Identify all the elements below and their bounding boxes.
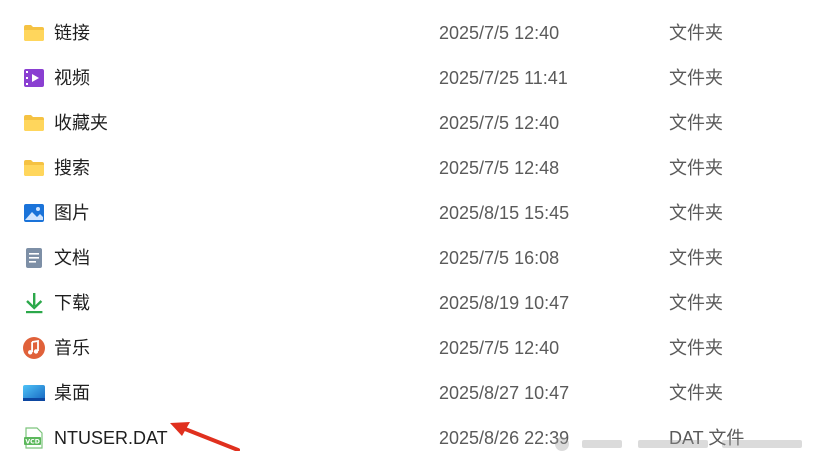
folder-icon	[22, 111, 46, 135]
file-name: 文档	[54, 248, 90, 268]
file-type: 文件夹	[669, 158, 723, 178]
file-name: 搜索	[54, 158, 90, 178]
file-date: 2025/7/5 12:40	[439, 338, 560, 358]
file-date: 2025/8/15 15:45	[439, 203, 570, 223]
folder-icon	[22, 156, 46, 180]
file-date: 2025/8/19 10:47	[439, 293, 570, 313]
file-date: 2025/7/5 12:48	[439, 158, 560, 178]
file-date: 2025/7/5 12:40	[439, 23, 560, 43]
file-name: NTUSER.DAT	[54, 428, 168, 448]
file-row-downloads[interactable]: 下载 2025/8/19 10:47 文件夹	[0, 281, 814, 326]
file-row-pictures[interactable]: 图片 2025/8/15 15:45 文件夹	[0, 191, 814, 236]
music-folder-icon	[22, 336, 46, 360]
svg-text:VCD: VCD	[25, 439, 39, 446]
file-row-documents[interactable]: 文档 2025/7/5 16:08 文件夹	[0, 236, 814, 281]
file-type: 文件夹	[669, 68, 723, 88]
file-name: 收藏夹	[54, 113, 108, 133]
file-date: 2025/7/5 12:40	[439, 113, 560, 133]
file-row-searches[interactable]: 搜索 2025/7/5 12:48 文件夹	[0, 146, 814, 191]
file-type: 文件夹	[669, 338, 723, 358]
desktop-folder-icon	[22, 381, 46, 405]
file-list: 链接 2025/7/5 12:40 文件夹 视频 2025/7/25 11:41…	[0, 11, 814, 461]
file-type: 文件夹	[669, 23, 723, 43]
file-type: 文件夹	[669, 203, 723, 223]
downloads-folder-icon	[22, 291, 46, 315]
folder-icon	[22, 21, 46, 45]
file-row-music[interactable]: 音乐 2025/7/5 12:40 文件夹	[0, 326, 814, 371]
watermark-graphic	[555, 437, 802, 451]
file-name: 视频	[54, 68, 90, 88]
file-name: 音乐	[54, 338, 90, 358]
file-date: 2025/7/5 16:08	[439, 248, 560, 268]
documents-folder-icon	[22, 246, 46, 270]
file-name: 图片	[54, 203, 90, 223]
file-row-videos[interactable]: 视频 2025/7/25 11:41 文件夹	[0, 56, 814, 101]
vcd-file-icon: VCD	[22, 426, 46, 450]
file-date: 2025/8/27 10:47	[439, 383, 570, 403]
file-type: 文件夹	[669, 248, 723, 268]
file-name: 下载	[54, 293, 90, 313]
file-row-links[interactable]: 链接 2025/7/5 12:40 文件夹	[0, 11, 814, 56]
file-row-favorites[interactable]: 收藏夹 2025/7/5 12:40 文件夹	[0, 101, 814, 146]
annotation-arrow	[170, 422, 240, 451]
file-row-desktop[interactable]: 桌面 2025/8/27 10:47 文件夹	[0, 371, 814, 416]
file-type: 文件夹	[669, 383, 723, 403]
file-name: 链接	[54, 23, 90, 43]
file-type: 文件夹	[669, 113, 723, 133]
videos-folder-icon	[22, 66, 46, 90]
file-date: 2025/7/25 11:41	[439, 68, 568, 88]
file-name: 桌面	[54, 383, 90, 403]
pictures-folder-icon	[22, 201, 46, 225]
file-type: 文件夹	[669, 293, 723, 313]
